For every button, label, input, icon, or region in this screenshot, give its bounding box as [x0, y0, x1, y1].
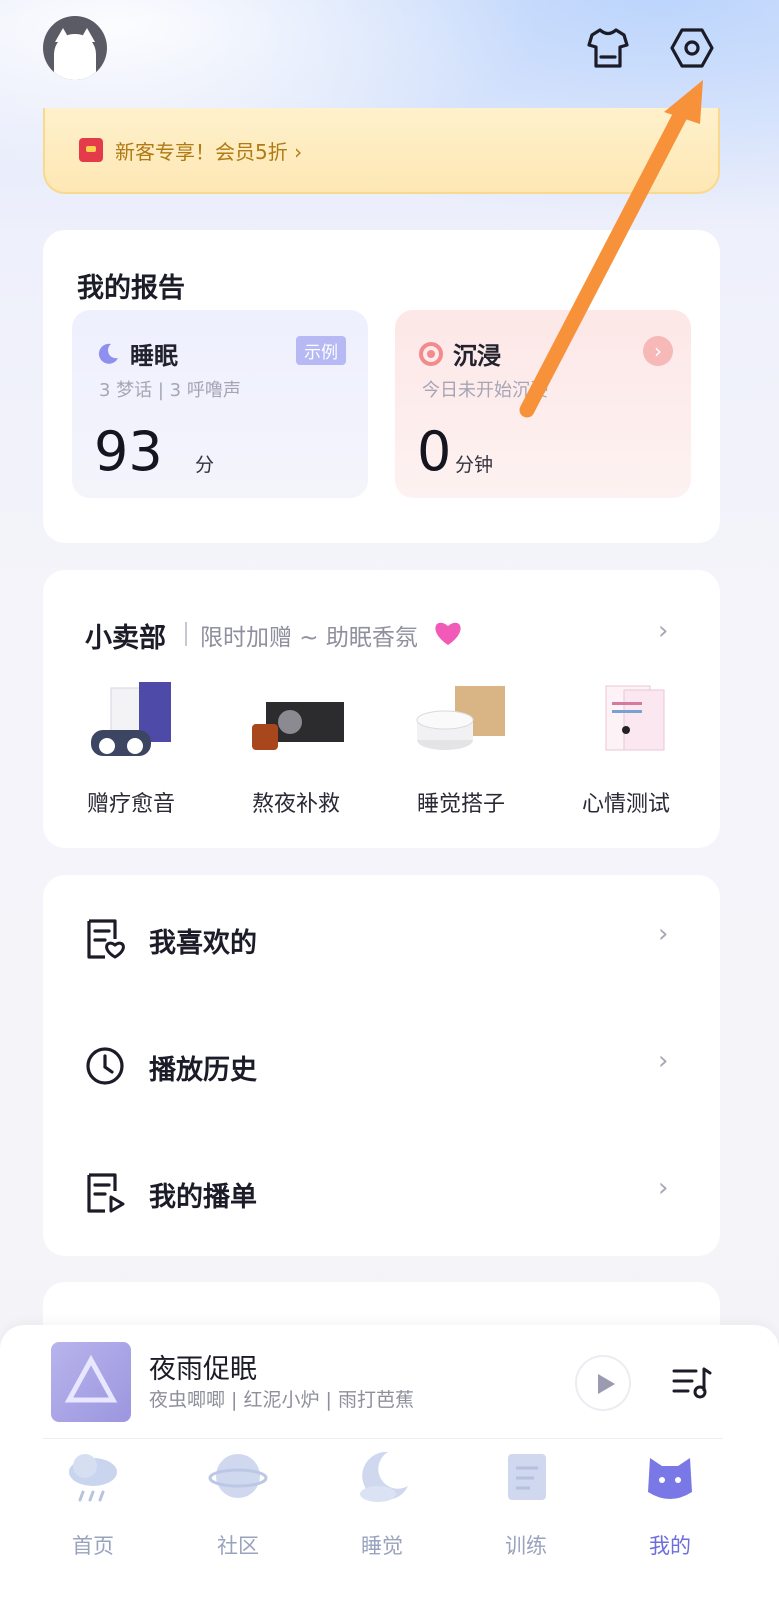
shop-promo-text: 限时加赠 ~ 助眠香氛	[200, 625, 418, 651]
product-box-image	[605, 685, 665, 751]
menu-item-favorites[interactable]: 我喜欢的 ›	[43, 875, 720, 1002]
immerse-status: 今日未开始沉浸	[422, 380, 548, 401]
shop-item-sleep-buddy[interactable]: 睡觉搭子	[401, 680, 521, 818]
product-box-image	[91, 682, 171, 756]
shirt-icon[interactable]	[584, 24, 632, 72]
shop-item-label: 睡觉搭子	[416, 792, 505, 817]
chevron-right-icon: ›	[658, 1046, 669, 1076]
report-card: 我的报告 睡眠 示例 3 梦话 | 3 呼噜声 93 分 沉浸 › 今日未开始沉…	[43, 230, 720, 543]
track-subtitle: 夜虫唧唧 | 红泥小炉 | 雨打芭蕉	[149, 1389, 414, 1411]
example-badge: 示例	[296, 336, 346, 365]
favorites-list-icon	[87, 919, 125, 959]
sleep-stats: 3 梦话 | 3 呼噜声	[99, 380, 241, 401]
planet-icon	[208, 1454, 268, 1498]
cat-icon	[648, 1458, 692, 1499]
bottom-tab-bar: 首页 社区 睡觉 训练 我的	[0, 1440, 779, 1600]
product-box-image	[416, 686, 505, 750]
member-promo-banner[interactable]: 新客专享！会员5折 ›	[43, 108, 720, 194]
chevron-right-icon: ›	[658, 919, 669, 949]
moon-icon	[98, 343, 118, 364]
tab-training[interactable]: 训练	[476, 1448, 576, 1560]
menu-item-label: 播放历史	[149, 1055, 257, 1086]
menu-item-label: 我喜欢的	[149, 928, 257, 959]
promo-text: 新客专享！会员5折 ›	[115, 139, 303, 164]
red-envelope-icon	[79, 138, 103, 162]
menu-item-label: 我的播单	[149, 1182, 257, 1213]
report-title: 我的报告	[77, 273, 185, 304]
playlist-queue-icon[interactable]	[670, 1363, 714, 1403]
notebook-icon	[508, 1454, 546, 1500]
immerse-minutes-unit: 分钟	[455, 454, 494, 476]
shop-card: 小卖部 限时加赠 ~ 助眠香氛 › 赠疗愈音 熬夜补救 睡觉搭子 心情测试	[43, 570, 720, 848]
sleep-report-tile[interactable]: 睡眠 示例 3 梦话 | 3 呼噜声 93 分	[72, 310, 368, 498]
tab-community[interactable]: 社区	[188, 1448, 288, 1560]
title-divider	[185, 622, 187, 646]
track-cover-image	[51, 1342, 131, 1422]
settings-hexagon-icon[interactable]	[668, 24, 716, 72]
shop-item-label: 熬夜补救	[251, 792, 340, 817]
heart-icon	[435, 622, 461, 645]
tab-label: 我的	[649, 1534, 691, 1558]
menu-card: 我喜欢的 › 播放历史 › 我的播单 ›	[43, 875, 720, 1256]
tab-mine[interactable]: 我的	[620, 1448, 720, 1560]
menu-item-history[interactable]: 播放历史 ›	[43, 1002, 720, 1129]
product-box-image	[252, 702, 344, 750]
moon-cloud-icon	[360, 1451, 408, 1502]
track-title: 夜雨促眠	[149, 1354, 257, 1385]
tab-home[interactable]: 首页	[43, 1448, 143, 1560]
chevron-right-icon: ›	[658, 1173, 669, 1203]
immerse-report-tile[interactable]: 沉浸 › 今日未开始沉浸 0 分钟	[395, 310, 691, 498]
sleep-score: 93	[94, 420, 163, 483]
chevron-right-icon[interactable]: ›	[658, 616, 668, 646]
immerse-label: 沉浸	[453, 342, 501, 370]
menu-item-playlists[interactable]: 我的播单 ›	[43, 1129, 720, 1256]
target-icon	[419, 341, 443, 366]
tab-label: 社区	[217, 1534, 259, 1558]
shop-item-label: 赠疗愈音	[86, 792, 175, 817]
immerse-minutes: 0	[417, 420, 452, 483]
tab-label: 睡觉	[361, 1534, 403, 1558]
sleep-score-unit: 分	[195, 454, 215, 476]
playlist-icon	[87, 1173, 125, 1213]
shop-item-late-night-rescue[interactable]: 熬夜补救	[236, 680, 356, 818]
rain-cloud-icon	[69, 1454, 117, 1502]
shop-item-label: 心情测试	[581, 792, 670, 817]
play-button[interactable]	[575, 1355, 631, 1411]
shop-title: 小卖部	[85, 623, 166, 654]
clock-icon	[86, 1047, 124, 1085]
chevron-right-circle-icon[interactable]: ›	[643, 336, 673, 366]
tab-sleep[interactable]: 睡觉	[332, 1448, 432, 1560]
player-divider	[43, 1438, 723, 1439]
shop-item-healing-sound[interactable]: 赠疗愈音	[71, 680, 191, 818]
user-avatar[interactable]	[43, 16, 107, 80]
cat-avatar-icon	[54, 34, 96, 80]
shop-item-mood-test[interactable]: 心情测试	[566, 680, 686, 818]
play-icon	[598, 1374, 615, 1394]
tab-label: 训练	[505, 1534, 547, 1558]
sleep-label: 睡眠	[130, 342, 178, 370]
tab-label: 首页	[72, 1534, 114, 1558]
